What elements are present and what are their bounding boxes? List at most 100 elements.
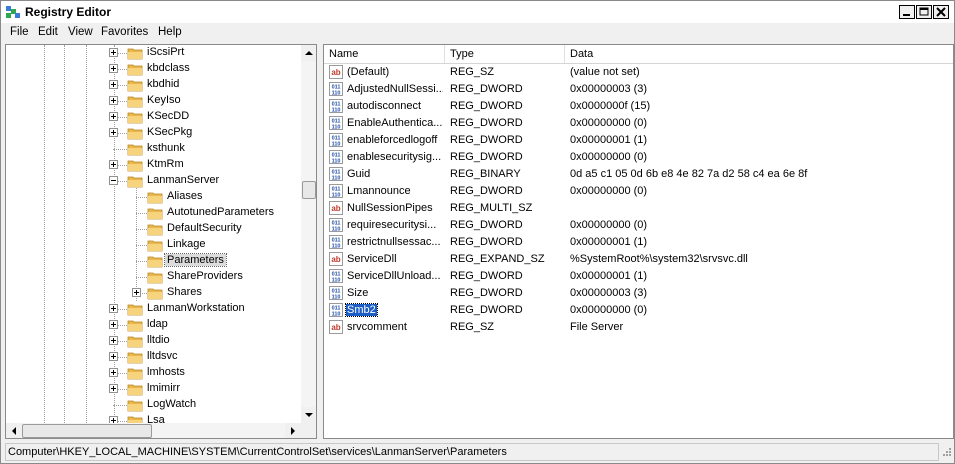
tree-node-label[interactable]: KtmRm	[145, 158, 186, 170]
tree-node-label[interactable]: lmhosts	[145, 366, 187, 378]
value-name[interactable]: NullSessionPipes	[346, 202, 443, 214]
tree-node[interactable]: kbdhid	[6, 77, 301, 93]
expand-plus-icon[interactable]	[109, 80, 118, 89]
expand-plus-icon[interactable]	[109, 304, 118, 313]
tree-node[interactable]: lmhosts	[6, 365, 301, 381]
expand-plus-icon[interactable]	[109, 48, 118, 57]
close-button[interactable]	[933, 5, 949, 19]
value-row[interactable]: 011 110 enablesecuritysig... REG_DWORD 0x000…	[324, 149, 953, 166]
value-row[interactable]: 011 110 enableforcedlogoff REG_DWORD 0x00000…	[324, 132, 953, 149]
tree-node-label[interactable]: ldap	[145, 318, 170, 330]
tree-node-label[interactable]: iScsiPrt	[145, 46, 186, 58]
value-row[interactable]: ab srvcomment REG_SZ File Server	[324, 319, 953, 336]
value-row[interactable]: 011 110 AdjustedNullSessi... REG_DWORD 0x000…	[324, 81, 953, 98]
value-name[interactable]: (Default)	[346, 66, 443, 78]
value-name[interactable]: Smb2	[345, 303, 378, 317]
tree-vscroll-thumb[interactable]	[302, 181, 316, 199]
value-row[interactable]: ab NullSessionPipes REG_MULTI_SZ	[324, 200, 953, 217]
tree-node-label[interactable]: Parameters	[164, 253, 227, 267]
value-name[interactable]: Lmannounce	[346, 185, 443, 197]
value-row[interactable]: 011 110 requiresecuritysi... REG_DWORD 0x000…	[324, 217, 953, 234]
tree-node[interactable]: iScsiPrt	[6, 45, 301, 61]
tree-node-label[interactable]: Aliases	[165, 190, 204, 202]
tree-node-label[interactable]: lltdsvc	[145, 350, 180, 362]
values-list-pane[interactable]: Name Type Data ab (Default) REG_SZ (value n…	[323, 44, 954, 439]
tree-node[interactable]: AutotunedParameters	[6, 205, 301, 221]
resize-grip-icon[interactable]	[938, 445, 952, 459]
value-name[interactable]: restrictnullsessac...	[346, 236, 443, 248]
value-name[interactable]: ServiceDllUnload...	[346, 270, 443, 282]
value-row[interactable]: 011 110 ServiceDllUnload... REG_DWORD 0x0000…	[324, 268, 953, 285]
value-name[interactable]: srvcomment	[346, 321, 443, 333]
tree-node[interactable]: LogWatch	[6, 397, 301, 413]
menu-view[interactable]: View	[68, 26, 93, 38]
tree-node-label[interactable]: LanmanServer	[145, 174, 221, 186]
tree-node-label[interactable]: Shares	[165, 286, 204, 298]
tree-node[interactable]: KSecPkg	[6, 125, 301, 141]
tree-node-label[interactable]: kbdhid	[145, 78, 181, 90]
tree-node[interactable]: lmimirr	[6, 381, 301, 397]
tree-node-label[interactable]: lltdio	[145, 334, 172, 346]
value-row[interactable]: ab (Default) REG_SZ (value not set)	[324, 64, 953, 81]
expand-plus-icon[interactable]	[109, 320, 118, 329]
value-name[interactable]: enablesecuritysig...	[346, 151, 443, 163]
value-row[interactable]: 011 110 restrictnullsessac... REG_DWORD 0x00…	[324, 234, 953, 251]
tree-node-label[interactable]: KSecPkg	[145, 126, 194, 138]
value-name[interactable]: Guid	[346, 168, 443, 180]
expand-plus-icon[interactable]	[109, 96, 118, 105]
expand-plus-icon[interactable]	[109, 112, 118, 121]
tree-node[interactable]: kbdclass	[6, 61, 301, 77]
title-bar[interactable]: Registry Editor	[1, 1, 954, 23]
tree-node[interactable]: Parameters	[6, 253, 301, 269]
expand-plus-icon[interactable]	[132, 288, 141, 297]
tree-node[interactable]: ksthunk	[6, 141, 301, 157]
key-tree-pane[interactable]: iScsiPrt kbdclass kbdhid KeyIso KSecDD KSecPk…	[5, 44, 317, 439]
value-row[interactable]: 011 110 Smb2 REG_DWORD 0x00000000 (0)	[324, 302, 953, 319]
value-row[interactable]: ab ServiceDll REG_EXPAND_SZ %SystemRoot%\sy…	[324, 251, 953, 268]
scroll-right-button[interactable]	[285, 423, 301, 438]
menu-edit[interactable]: Edit	[38, 26, 58, 38]
scroll-up-button[interactable]	[301, 45, 316, 61]
expand-plus-icon[interactable]	[109, 368, 118, 377]
tree-node-label[interactable]: Linkage	[165, 238, 208, 250]
value-row[interactable]: 011 110 Lmannounce REG_DWORD 0x00000000 (0)	[324, 183, 953, 200]
tree-node-label[interactable]: AutotunedParameters	[165, 206, 276, 218]
maximize-button[interactable]	[916, 5, 932, 19]
minimize-button[interactable]	[899, 5, 915, 19]
value-row[interactable]: 011 110 Size REG_DWORD 0x00000003 (3)	[324, 285, 953, 302]
tree-node[interactable]: KSecDD	[6, 109, 301, 125]
scroll-left-button[interactable]	[6, 423, 22, 438]
menu-file[interactable]: File	[10, 26, 29, 38]
tree-node[interactable]: KtmRm	[6, 157, 301, 173]
tree-vertical-scrollbar[interactable]	[301, 45, 316, 423]
value-name[interactable]: enableforcedlogoff	[346, 134, 443, 146]
tree-horizontal-scrollbar[interactable]	[6, 423, 301, 438]
value-name[interactable]: ServiceDll	[346, 253, 443, 265]
tree-node[interactable]: lltdsvc	[6, 349, 301, 365]
column-header-data[interactable]: Data	[565, 45, 953, 63]
value-name[interactable]: autodisconnect	[346, 100, 443, 112]
expand-plus-icon[interactable]	[109, 128, 118, 137]
tree-node[interactable]: LanmanWorkstation	[6, 301, 301, 317]
collapse-minus-icon[interactable]	[109, 176, 118, 185]
tree-node-label[interactable]: kbdclass	[145, 62, 192, 74]
tree-node[interactable]: lltdio	[6, 333, 301, 349]
tree-node-label[interactable]: KeyIso	[145, 94, 183, 106]
tree-node-label[interactable]: LanmanWorkstation	[145, 302, 247, 314]
expand-plus-icon[interactable]	[109, 352, 118, 361]
tree-node-label[interactable]: KSecDD	[145, 110, 191, 122]
menu-help[interactable]: Help	[158, 26, 182, 38]
tree-node[interactable]: Aliases	[6, 189, 301, 205]
column-header-type[interactable]: Type	[445, 45, 565, 63]
value-name[interactable]: EnableAuthentica...	[346, 117, 443, 129]
expand-plus-icon[interactable]	[109, 64, 118, 73]
tree-node[interactable]: Linkage	[6, 237, 301, 253]
tree-node[interactable]: LanmanServer	[6, 173, 301, 189]
tree-hscroll-thumb[interactable]	[22, 424, 152, 438]
tree-node[interactable]: ShareProviders	[6, 269, 301, 285]
value-row[interactable]: 011 110 autodisconnect REG_DWORD 0x0000000f …	[324, 98, 953, 115]
column-header-name[interactable]: Name	[324, 45, 445, 63]
tree-node-label[interactable]: lmimirr	[145, 382, 182, 394]
tree-node-label[interactable]: LogWatch	[145, 398, 198, 410]
tree-node[interactable]: DefaultSecurity	[6, 221, 301, 237]
